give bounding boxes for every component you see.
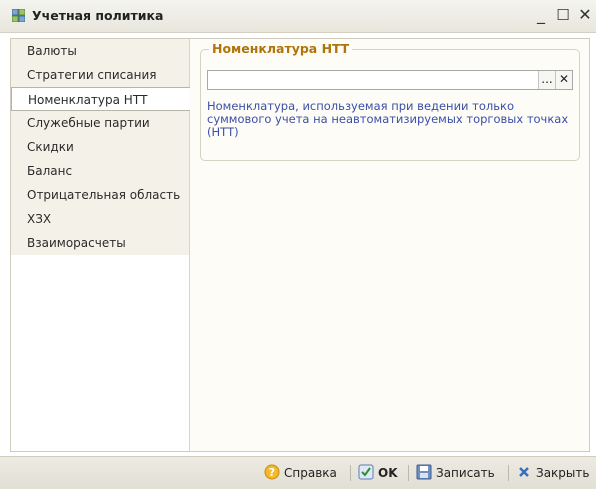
sidebar-item-balance[interactable]: Баланс — [11, 159, 189, 183]
group-title: Номенклатура НТТ — [209, 41, 353, 56]
sidebar-item-negative-area[interactable]: Отрицательная область — [11, 183, 189, 207]
content-panel: Номенклатура НТТ ... ✕ Номенклатура, исп… — [189, 39, 589, 451]
sidebar-list: Валюты Стратегии списания Номенклатура Н… — [11, 39, 190, 255]
sidebar-item-currencies[interactable]: Валюты — [11, 39, 189, 63]
help-button[interactable]: ? Справка — [264, 463, 337, 483]
title-bar[interactable]: Учетная политика _ ☐ ✕ — [0, 0, 596, 33]
description-line: суммового учета на неавтоматизируемых то… — [207, 112, 569, 126]
description-line: (НТТ) — [207, 125, 239, 139]
sidebar: Валюты Стратегии списания Номенклатура Н… — [11, 39, 190, 451]
close-x-icon — [516, 464, 532, 480]
sidebar-item-ntt-nomenclature[interactable]: Номенклатура НТТ — [11, 87, 190, 111]
sidebar-item-settlements[interactable]: Взаиморасчеты — [11, 231, 189, 255]
sidebar-item-service-batches[interactable]: Служебные партии — [11, 111, 189, 135]
dialog-body: Валюты Стратегии списания Номенклатура Н… — [10, 38, 590, 452]
app-grid-icon — [11, 8, 26, 23]
sidebar-item-hzh[interactable]: ХЗХ — [11, 207, 189, 231]
close-window-button[interactable]: ✕ — [576, 4, 594, 26]
clear-button[interactable]: ✕ — [555, 71, 572, 89]
separator — [350, 465, 351, 481]
ok-label: OK — [378, 466, 398, 480]
save-label: Записать — [436, 466, 495, 480]
bottom-toolbar: ? Справка OK Записать Закрыть — [0, 456, 596, 489]
field-description: Номенклатура, используемая при ведении т… — [207, 100, 577, 139]
close-label: Закрыть — [536, 466, 590, 480]
sidebar-item-discounts[interactable]: Скидки — [11, 135, 189, 159]
ok-check-icon — [358, 464, 374, 480]
window-title: Учетная политика — [32, 8, 164, 23]
maximize-button[interactable]: ☐ — [554, 4, 572, 26]
help-icon: ? — [264, 464, 280, 480]
ok-button[interactable]: OK — [358, 463, 398, 483]
select-button[interactable]: ... — [538, 71, 555, 89]
ntt-nomenclature-group: Номенклатура НТТ ... ✕ Номенклатура, исп… — [200, 41, 580, 161]
separator — [508, 465, 509, 481]
save-button[interactable]: Записать — [416, 463, 495, 483]
svg-text:?: ? — [269, 466, 275, 479]
close-button[interactable]: Закрыть — [516, 463, 589, 483]
minimize-button[interactable]: _ — [532, 4, 550, 26]
nomenclature-input[interactable] — [208, 71, 546, 89]
dialog-window: Учетная политика _ ☐ ✕ Валюты Стратегии … — [0, 0, 596, 489]
nomenclature-field[interactable]: ... ✕ — [207, 70, 573, 90]
separator — [408, 465, 409, 481]
floppy-disk-icon — [416, 464, 432, 480]
sidebar-item-writeoff-strategies[interactable]: Стратегии списания — [11, 63, 189, 87]
help-label: Справка — [284, 466, 337, 480]
